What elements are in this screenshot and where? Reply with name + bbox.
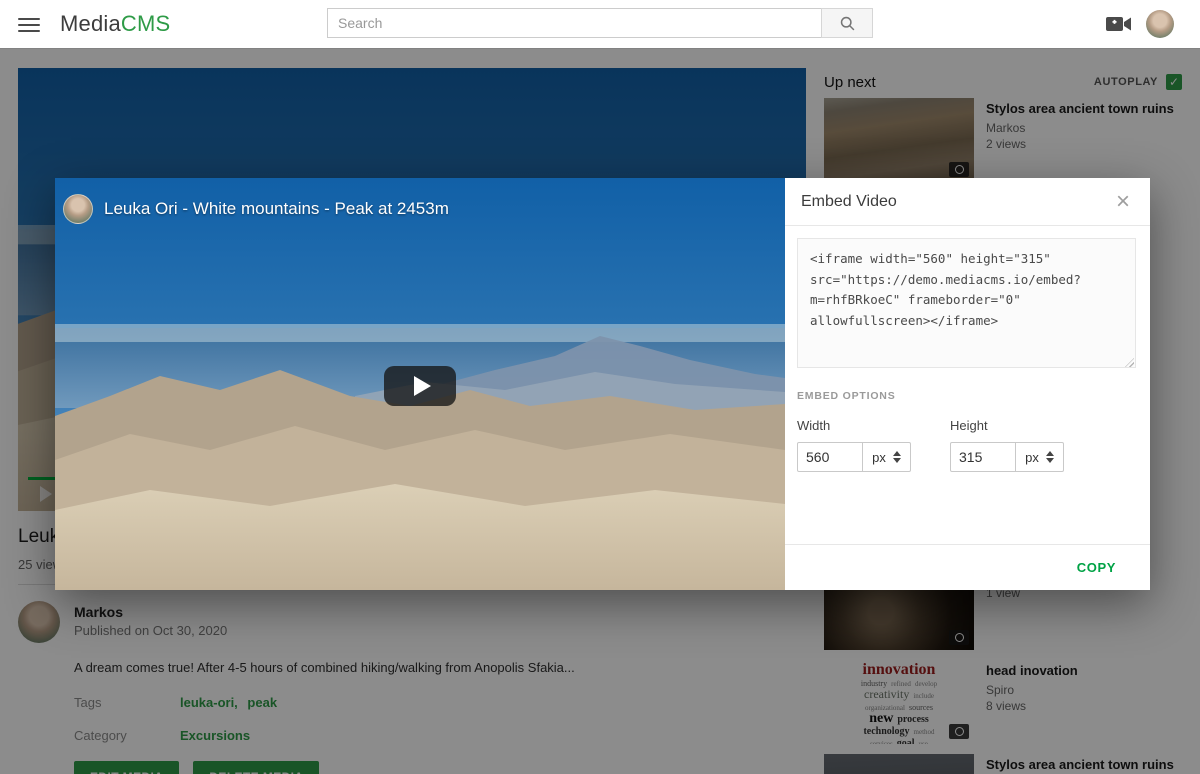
dialog-title: Embed Video xyxy=(801,193,1112,211)
logo-cms: CMS xyxy=(121,11,171,36)
height-unit-select[interactable]: px xyxy=(1016,442,1064,472)
page: MediaCMS Leuka Ori - White mountains - P… xyxy=(0,0,1200,774)
preview-header: Leuka Ori - White mountains - Peak at 24… xyxy=(63,194,449,224)
logo[interactable]: MediaCMS xyxy=(60,11,170,37)
videocam-plus-icon xyxy=(1106,15,1132,33)
height-input[interactable] xyxy=(950,442,1016,472)
width-unit-value: px xyxy=(872,450,886,465)
hamburger-menu-icon[interactable] xyxy=(18,14,40,34)
embed-dialog: Embed Video × <iframe width="560" height… xyxy=(785,178,1150,590)
dialog-header: Embed Video × xyxy=(785,178,1150,226)
search-bar xyxy=(327,8,873,40)
height-unit-value: px xyxy=(1025,450,1039,465)
search-icon xyxy=(839,15,856,32)
close-icon[interactable]: × xyxy=(1112,190,1134,214)
spinner-arrows-icon xyxy=(1046,451,1054,463)
author-avatar[interactable] xyxy=(63,194,93,224)
height-field-group: Height px xyxy=(950,418,1064,472)
copy-button[interactable]: COPY xyxy=(1071,559,1122,576)
dialog-footer: COPY xyxy=(785,544,1150,590)
upload-media-button[interactable] xyxy=(1106,15,1132,33)
embed-preview-player[interactable]: Leuka Ori - White mountains - Peak at 24… xyxy=(55,178,785,590)
width-unit-select[interactable]: px xyxy=(863,442,911,472)
play-button[interactable] xyxy=(384,366,456,406)
user-avatar[interactable] xyxy=(1146,10,1174,38)
width-field-group: Width px xyxy=(797,418,911,472)
embed-code-textarea[interactable]: <iframe width="560" height="315" src="ht… xyxy=(797,238,1136,368)
embed-modal: Leuka Ori - White mountains - Peak at 24… xyxy=(55,178,1150,590)
height-label: Height xyxy=(950,418,1064,433)
logo-media: Media xyxy=(60,11,121,36)
preview-video-title[interactable]: Leuka Ori - White mountains - Peak at 24… xyxy=(104,199,449,219)
app-header: MediaCMS xyxy=(0,0,1200,49)
width-input[interactable] xyxy=(797,442,863,472)
embed-options-label: EMBED OPTIONS xyxy=(797,390,896,402)
search-button[interactable] xyxy=(821,8,873,38)
spinner-arrows-icon xyxy=(893,451,901,463)
width-label: Width xyxy=(797,418,911,433)
search-input[interactable] xyxy=(327,8,821,38)
